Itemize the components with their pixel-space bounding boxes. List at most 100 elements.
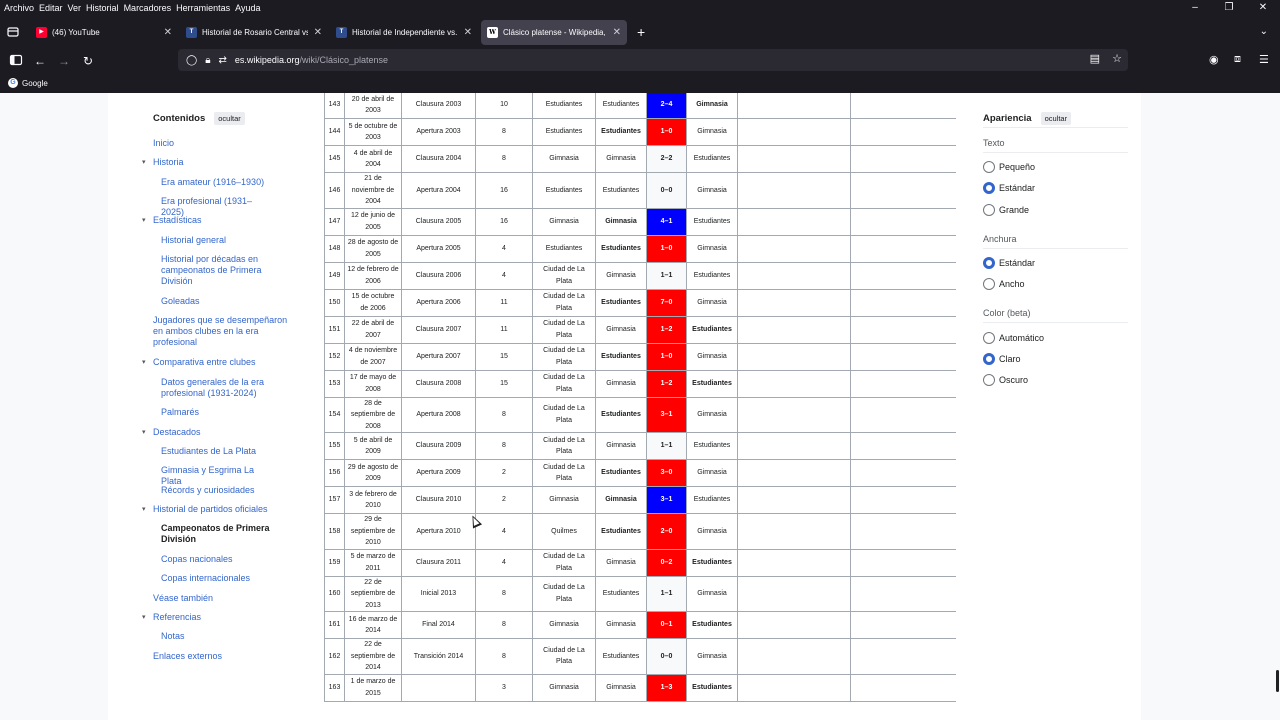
close-window-icon[interactable]: ✕	[1246, 0, 1280, 16]
scrollbar-thumb[interactable]	[1276, 670, 1279, 692]
toc-item[interactable]: Destacados	[153, 427, 298, 438]
bookmark-star-icon[interactable]: ☆	[1112, 52, 1122, 65]
text-size-label: Texto	[983, 138, 1005, 148]
tab-youtube[interactable]: ▶ (46) YouTube ✕	[30, 20, 178, 45]
menu-ver[interactable]: Ver	[68, 3, 82, 13]
width-option[interactable]: Estándar	[983, 257, 1035, 269]
radio-button[interactable]	[983, 257, 995, 269]
menu-marcadores[interactable]: Marcadores	[124, 3, 172, 13]
text-size-option[interactable]: Estándar	[983, 182, 1035, 194]
lock-icon[interactable]: 🔒︎	[205, 55, 210, 66]
url-text[interactable]: es.wikipedia.org/wiki/Clásico_platense	[235, 55, 388, 65]
match-home-team: Estudiantes	[595, 459, 647, 487]
menu-archivo[interactable]: Archivo	[4, 3, 34, 13]
radio-button[interactable]	[983, 374, 995, 386]
match-round: 8	[475, 575, 533, 612]
bookmark-google[interactable]: Google	[22, 79, 48, 88]
account-icon[interactable]: ◉	[1209, 53, 1219, 66]
menu-historial[interactable]: Historial	[86, 3, 119, 13]
toc-item[interactable]: Véase también	[153, 593, 298, 604]
match-away-team: Estudiantes	[686, 673, 738, 702]
match-date: 15 de octubre de 2006	[344, 288, 402, 317]
toc-item[interactable]: Comparativa entre clubes	[153, 357, 298, 368]
toc-item[interactable]: Enlaces externos	[153, 651, 298, 662]
radio-label: Oscuro	[999, 375, 1029, 385]
toc-item[interactable]: Palmarés	[161, 407, 271, 418]
chevron-down-icon[interactable]: ▾	[142, 505, 146, 513]
toc-item[interactable]: Copas internacionales	[161, 573, 271, 584]
toc-item[interactable]: Referencias	[153, 612, 298, 623]
appearance-hide-button[interactable]: ocultar	[1040, 112, 1072, 125]
match-date: 16 de marzo de 2014	[344, 611, 402, 639]
radio-button[interactable]	[983, 278, 995, 290]
radio-button[interactable]	[983, 204, 995, 216]
text-size-option[interactable]: Grande	[983, 204, 1029, 216]
forward-icon[interactable]: →	[56, 53, 72, 69]
match-away-team: Gimnasia	[686, 93, 738, 119]
menu-ayuda[interactable]: Ayuda	[235, 3, 260, 13]
toc-item[interactable]: Historial de partidos oficiales	[153, 504, 298, 515]
toc-item[interactable]: Notas	[161, 631, 271, 642]
color-scheme-option[interactable]: Claro	[983, 353, 1021, 365]
toc-item[interactable]: Estadísticas	[153, 215, 298, 226]
restore-icon[interactable]: ❐	[1212, 0, 1246, 16]
new-tab-icon[interactable]: +	[637, 24, 645, 40]
color-scheme-option[interactable]: Automático	[983, 332, 1044, 344]
match-stadium: Gimnasia	[532, 145, 596, 173]
match-stadium: Gimnasia	[532, 673, 596, 702]
url-bar[interactable]: ◯ 🔒︎ ⇄ es.wikipedia.org/wiki/Clásico_pla…	[178, 49, 1128, 71]
toc-item[interactable]: Historial por décadas en campeonatos de …	[161, 254, 271, 287]
toc-item[interactable]: Era amateur (1916–1930)	[161, 177, 271, 188]
reader-mode-icon[interactable]: ▤	[1090, 52, 1100, 65]
extensions-icon[interactable]: ⧈	[1234, 53, 1241, 66]
menu-editar[interactable]: Editar	[39, 3, 63, 13]
chevron-down-icon[interactable]: ⌄	[1260, 26, 1268, 37]
radio-button[interactable]	[983, 353, 995, 365]
chevron-down-icon[interactable]: ▾	[142, 358, 146, 366]
sidebar-icon[interactable]	[8, 53, 24, 69]
chevron-down-icon[interactable]: ▾	[142, 216, 146, 224]
chevron-down-icon[interactable]: ▾	[142, 158, 146, 166]
toc-item[interactable]: Campeonatos de Primera División	[161, 523, 271, 545]
toc-item[interactable]: Récords y curiosidades	[161, 485, 271, 496]
back-icon[interactable]: ←	[32, 53, 48, 69]
radio-button[interactable]	[983, 182, 995, 194]
divider	[983, 248, 1128, 249]
toc-item[interactable]: Copas nacionales	[161, 554, 271, 565]
text-size-option[interactable]: Pequeño	[983, 161, 1035, 173]
tab-independiente[interactable]: T Historial de Independiente vs. R ✕	[330, 20, 478, 45]
chevron-down-icon[interactable]: ▾	[142, 428, 146, 436]
shield-icon[interactable]: ◯	[186, 55, 197, 66]
tab-clasico-platense[interactable]: W Clásico platense - Wikipedia, la ✕	[481, 20, 627, 45]
toc-item[interactable]: Historia	[153, 157, 298, 168]
match-references	[850, 548, 956, 577]
toc-item[interactable]: Gimnasia y Esgrima La Plata	[161, 465, 271, 487]
radio-button[interactable]	[983, 332, 995, 344]
permissions-icon[interactable]: ⇄	[219, 55, 227, 66]
close-tab-icon[interactable]: ✕	[464, 27, 472, 38]
match-round: 4	[475, 234, 533, 263]
color-scheme-option[interactable]: Oscuro	[983, 374, 1028, 386]
width-option[interactable]: Ancho	[983, 278, 1025, 290]
reload-icon[interactable]: ↻	[80, 53, 96, 69]
menu-icon[interactable]: ☰	[1259, 53, 1269, 66]
toc-item[interactable]: Datos generales de la era profesional (1…	[161, 377, 271, 399]
match-stadium: Ciudad de La Plata	[532, 342, 596, 371]
close-tab-icon[interactable]: ✕	[164, 27, 172, 38]
match-notes	[737, 207, 851, 236]
toc-item[interactable]: Estudiantes de La Plata	[161, 446, 271, 457]
minimize-icon[interactable]: –	[1178, 0, 1212, 16]
toc-item[interactable]: Goleadas	[161, 296, 271, 307]
toc-hide-button[interactable]: ocultar	[214, 112, 245, 125]
tab-rosario-central[interactable]: T Historial de Rosario Central vs. N ✕	[180, 20, 328, 45]
chevron-down-icon[interactable]: ▾	[142, 613, 146, 621]
toc-item[interactable]: Historial general	[161, 235, 271, 246]
toc-item[interactable]: Jugadores que se desempeñaron en ambos c…	[153, 315, 298, 348]
match-round: 8	[475, 145, 533, 173]
menu-herramientas[interactable]: Herramientas	[176, 3, 230, 13]
radio-button[interactable]	[983, 161, 995, 173]
close-tab-icon[interactable]: ✕	[613, 27, 621, 38]
toc-item[interactable]: Inicio	[153, 138, 298, 149]
match-round: 11	[475, 288, 533, 317]
close-tab-icon[interactable]: ✕	[314, 27, 322, 38]
